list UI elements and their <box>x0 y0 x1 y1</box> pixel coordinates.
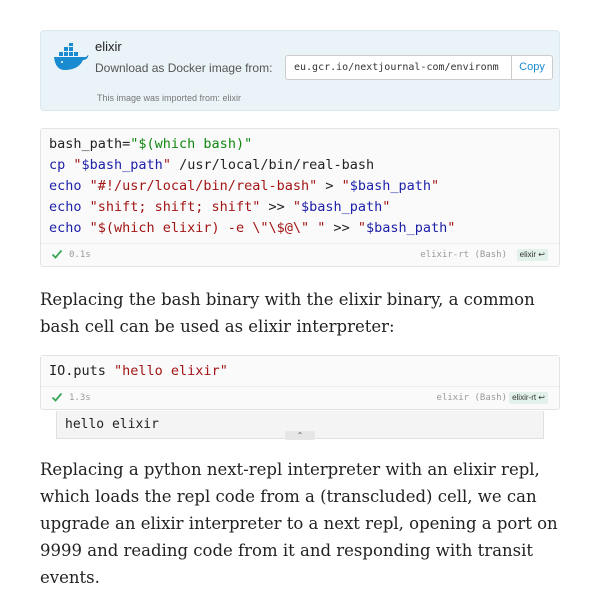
code-token: /usr/local/bin/real-bash <box>170 157 375 173</box>
download-label: Download as Docker image from: <box>95 61 273 75</box>
code-token: echo <box>49 178 90 194</box>
run-duration: 0.1s <box>69 250 91 260</box>
chevron-up-icon[interactable]: ⌃ <box>285 431 315 440</box>
code-token: " <box>292 199 301 215</box>
code-token: >> <box>260 199 293 215</box>
code-line: echo "$(which elixir) -e \"\$@\" " >> "$… <box>49 218 551 239</box>
code-token: $bash_path <box>349 178 432 194</box>
imported-note: This image was imported from: elixir <box>97 93 242 103</box>
code-token: echo <box>49 199 90 215</box>
code-token: >> <box>325 220 358 236</box>
code-token: "$(which bash)" <box>130 136 253 152</box>
code-line: echo "shift; shift; shift" >> "$bash_pat… <box>49 197 551 218</box>
code-line: IO.puts "hello elixir" <box>49 361 551 382</box>
check-icon <box>51 392 63 402</box>
code-token: cp <box>49 157 74 173</box>
code-token: "#!/usr/local/bin/real-bash" <box>89 178 318 194</box>
code-token: IO.puts <box>49 363 115 379</box>
paragraph: Replacing a python next-repl interpreter… <box>40 460 558 587</box>
code-token: " <box>357 220 366 236</box>
code-line: cp "$bash_path" /usr/local/bin/real-bash <box>49 155 551 176</box>
code-cell-elixir[interactable]: IO.puts "hello elixir" 1.3s elixir (Bash… <box>40 355 560 410</box>
code-token: " <box>73 157 82 173</box>
environment-label[interactable]: elixir-rt (Bash) <box>420 250 507 260</box>
code-token: " <box>341 178 350 194</box>
code-token: $bash_path <box>300 199 383 215</box>
code-token: "hello elixir" <box>114 363 228 379</box>
copy-button[interactable]: Copy <box>511 55 553 80</box>
code-token: > <box>317 178 342 194</box>
docker-image-panel: elixir Download as Docker image from: eu… <box>40 30 560 111</box>
code-cell-bash[interactable]: bash_path="$(which bash)" cp "$bash_path"… <box>40 128 560 267</box>
code-token: "shift; shift; shift" <box>89 199 261 215</box>
runner-badge[interactable]: elixir ↩ <box>516 249 548 261</box>
code-editor[interactable]: bash_path="$(which bash)" cp "$bash_path"… <box>41 129 559 243</box>
cell-status-bar: 1.3s elixir (Bash) elixir-rt ↩ <box>41 386 559 409</box>
code-token: " <box>447 220 456 236</box>
docker-whale-icon <box>54 43 89 70</box>
code-token: bash_path= <box>49 136 131 152</box>
image-name: elixir <box>95 39 122 54</box>
code-editor[interactable]: IO.puts "hello elixir" <box>41 356 559 386</box>
code-token: " <box>162 157 171 173</box>
code-token: " <box>431 178 440 194</box>
code-token: echo <box>49 220 90 236</box>
code-line: bash_path="$(which bash)" <box>49 134 551 155</box>
code-token: " <box>382 199 391 215</box>
environment-label[interactable]: elixir (Bash) <box>437 393 507 403</box>
page: elixir Download as Docker image from: eu… <box>0 0 600 600</box>
code-line: echo "#!/usr/local/bin/real-bash" > "$ba… <box>49 176 551 197</box>
code-token: "$(which elixir) -e \"\$@\" " <box>89 220 326 236</box>
paragraph: Replacing the bash binary with the elixi… <box>40 290 535 336</box>
check-icon <box>51 249 63 259</box>
docker-url-field[interactable]: eu.gcr.io/nextjournal-com/environm <box>285 55 512 80</box>
cell-status-bar: 0.1s elixir-rt (Bash) elixir ↩ <box>41 243 559 266</box>
runner-badge[interactable]: elixir-rt ↩ <box>509 392 548 404</box>
run-duration: 1.3s <box>69 393 91 403</box>
code-token: $bash_path <box>366 220 448 236</box>
code-token: $bash_path <box>81 157 163 173</box>
